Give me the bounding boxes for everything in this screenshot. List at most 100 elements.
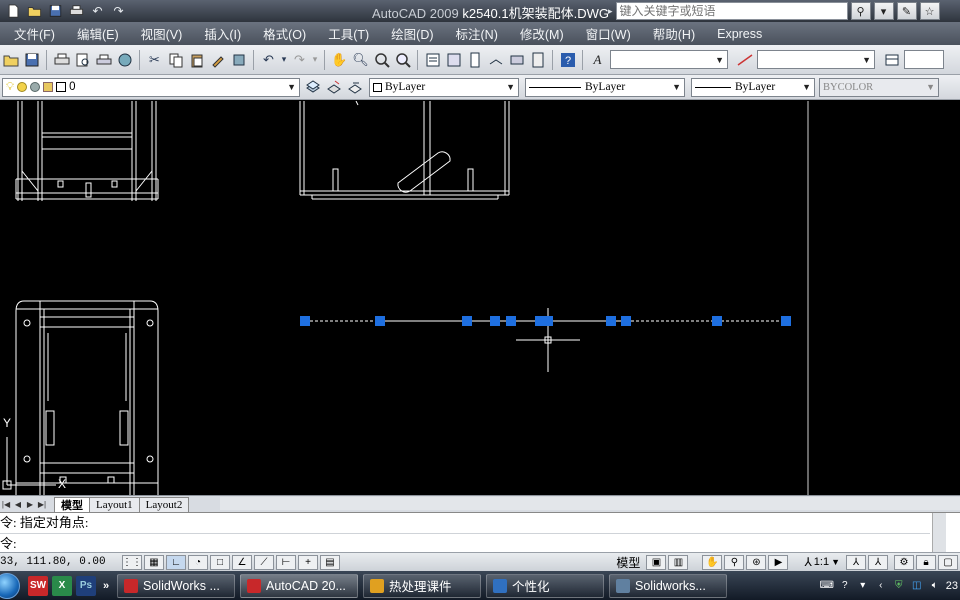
menu-express[interactable]: Express	[706, 27, 773, 41]
search-icon[interactable]: ⚲	[850, 2, 871, 20]
markup-set-icon[interactable]	[506, 49, 527, 70]
table-style-combo[interactable]	[904, 50, 944, 69]
steering-wheel-icon[interactable]: ⊛	[746, 554, 767, 570]
chevron-down-icon[interactable]: ▼	[831, 557, 840, 567]
prev-tab-icon[interactable]: ◀	[12, 497, 24, 511]
command-prompt[interactable]: 令:	[0, 533, 930, 552]
search-input[interactable]	[615, 2, 848, 20]
taskbar-item-solidworks[interactable]: SolidWorks ...	[117, 573, 235, 598]
properties-icon[interactable]	[422, 49, 443, 70]
first-tab-icon[interactable]: |◀	[0, 497, 12, 511]
zoom-realtime-icon[interactable]: 🔍︎	[350, 49, 371, 70]
grid-display-icon[interactable]: ▦	[144, 554, 164, 570]
auto-scale-icon[interactable]: ⅄	[868, 554, 888, 570]
clock[interactable]: 23	[946, 580, 958, 592]
save-icon[interactable]	[46, 3, 65, 20]
grip-point[interactable]	[490, 316, 500, 326]
grip-point[interactable]	[300, 316, 310, 326]
lineweight-display-icon[interactable]: +	[298, 554, 318, 570]
quick-view-layouts-icon[interactable]: ▣	[646, 554, 667, 570]
quick-properties-icon[interactable]: ▤	[320, 554, 340, 570]
taskbar-item-personalize[interactable]: 个性化	[486, 573, 604, 598]
grip-point[interactable]	[606, 316, 616, 326]
color-combo[interactable]: ByLayer ▼	[369, 77, 519, 97]
menu-dimension[interactable]: 标注(N)	[445, 24, 509, 43]
help-tray-icon[interactable]: ?	[838, 579, 852, 593]
undo-button-icon[interactable]: ↶	[258, 49, 279, 70]
design-center-icon[interactable]	[443, 49, 464, 70]
plotstyle-combo[interactable]: BYCOLOR ▼	[819, 77, 939, 97]
dynamic-ucs-icon[interactable]: ⟋	[254, 554, 274, 570]
redo-button-icon[interactable]: ↷	[289, 49, 310, 70]
layer-combo[interactable]: 💡︎ 0 ▼	[2, 77, 300, 97]
match-properties-icon[interactable]	[207, 49, 228, 70]
copy-icon[interactable]	[165, 49, 186, 70]
undo-icon[interactable]: ↶	[88, 3, 107, 20]
horizontal-scrollbar[interactable]	[220, 497, 960, 510]
menu-edit[interactable]: 编辑(E)	[66, 24, 130, 43]
volume-icon[interactable]: 🔈︎	[928, 579, 942, 593]
linetype-combo[interactable]: ByLayer ▼	[525, 77, 685, 97]
tab-layout1[interactable]: Layout1	[89, 496, 140, 512]
dimension-style-icon[interactable]	[734, 49, 755, 70]
text-style-icon[interactable]: A	[587, 49, 608, 70]
paste-icon[interactable]	[186, 49, 207, 70]
model-space-button[interactable]: 模型	[612, 554, 644, 571]
table-style-icon[interactable]	[881, 49, 902, 70]
taskbar-item-heat-treatment[interactable]: 热处理课件	[363, 573, 481, 598]
favorites-icon[interactable]: ☆	[919, 2, 940, 20]
menu-insert[interactable]: 插入(I)	[193, 24, 252, 43]
zoom-status-icon[interactable]: ⚲	[724, 554, 745, 570]
text-style-combo[interactable]: ▼	[610, 50, 728, 69]
cut-icon[interactable]: ✂	[144, 49, 165, 70]
zoom-window-icon[interactable]	[371, 49, 392, 70]
menu-tools[interactable]: 工具(T)	[317, 24, 380, 43]
menu-modify[interactable]: 修改(M)	[509, 24, 575, 43]
drawing-canvas[interactable]: Y X	[0, 101, 960, 495]
pan-icon[interactable]: ✋	[329, 49, 350, 70]
plot-icon[interactable]	[51, 49, 72, 70]
object-snap-icon[interactable]: □	[210, 554, 230, 570]
object-snap-tracking-icon[interactable]: ∠	[232, 554, 252, 570]
tool-palettes-icon[interactable]	[464, 49, 485, 70]
next-tab-icon[interactable]: ▶	[24, 497, 36, 511]
grip-point[interactable]	[712, 316, 722, 326]
showmotion-icon[interactable]: ▶	[768, 554, 789, 570]
open-file-icon[interactable]	[0, 49, 21, 70]
layer-lock-icon[interactable]	[43, 82, 54, 92]
layer-on-icon[interactable]: 💡︎	[6, 81, 14, 94]
annotation-visibility-icon[interactable]: ⅄	[846, 554, 866, 570]
menu-window[interactable]: 窗口(W)	[575, 24, 642, 43]
dimension-style-combo[interactable]: ▼	[757, 50, 875, 69]
open-icon[interactable]	[25, 3, 44, 20]
excel-quicklaunch-icon[interactable]: X	[52, 575, 72, 596]
workspace-switch-icon[interactable]: ⚙	[894, 554, 914, 570]
photoshop-quicklaunch-icon[interactable]: Ps	[76, 575, 96, 596]
show-hidden-icon[interactable]: ‹	[874, 579, 888, 593]
make-current-layer-icon[interactable]	[323, 77, 344, 98]
publish-icon[interactable]	[93, 49, 114, 70]
grip-point[interactable]	[462, 316, 472, 326]
3d-dwf-icon[interactable]	[114, 49, 135, 70]
menu-draw[interactable]: 绘图(D)	[380, 24, 444, 43]
menu-format[interactable]: 格式(O)	[252, 24, 317, 43]
communication-icon[interactable]: ✎	[896, 2, 917, 20]
redo-dropdown-icon[interactable]: ▾	[310, 49, 320, 70]
block-editor-icon[interactable]	[228, 49, 249, 70]
menu-file[interactable]: 文件(F)	[0, 24, 66, 43]
grip-point[interactable]	[543, 316, 553, 326]
shield-icon[interactable]: ⛨	[892, 579, 906, 593]
plot-preview-icon[interactable]	[72, 49, 93, 70]
tab-layout2[interactable]: Layout2	[138, 496, 190, 512]
quick-view-drawings-icon[interactable]: ▥	[668, 554, 689, 570]
sheet-set-icon[interactable]	[485, 49, 506, 70]
more-quicklaunch-icon[interactable]: »	[100, 576, 112, 596]
snap-mode-icon[interactable]: ⋮⋮	[122, 554, 142, 570]
grip-point[interactable]	[506, 316, 516, 326]
annotation-scale-icon[interactable]: ⅄	[804, 555, 811, 569]
menu-view[interactable]: 视图(V)	[130, 24, 194, 43]
menu-help[interactable]: 帮助(H)	[642, 24, 706, 43]
grip-point[interactable]	[621, 316, 631, 326]
last-tab-icon[interactable]: ▶|	[36, 497, 48, 511]
solidworks-quicklaunch-icon[interactable]: SW	[28, 575, 48, 596]
